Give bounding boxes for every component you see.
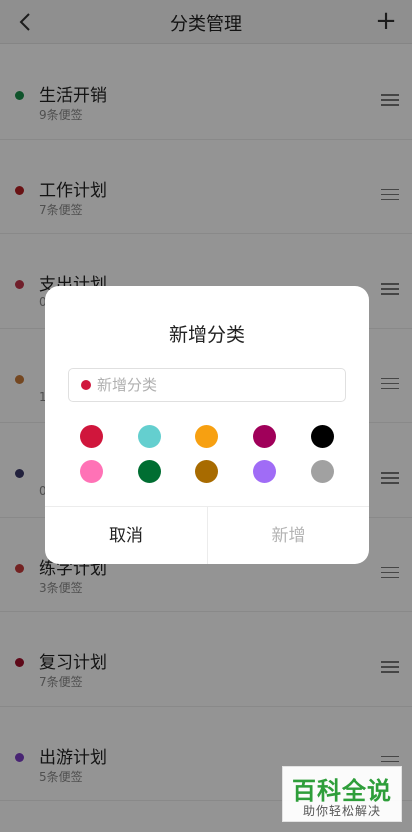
cancel-button[interactable]: 取消 — [45, 507, 207, 564]
add-button[interactable]: 新增 — [207, 507, 369, 564]
color-swatch[interactable] — [253, 425, 276, 448]
watermark-subtitle: 助你轻松解决 — [302, 804, 381, 818]
new-category-dialog: 新增分类 取消 新增 — [45, 286, 369, 564]
category-name-input[interactable] — [97, 369, 343, 401]
selected-color-dot — [81, 380, 91, 390]
color-swatch[interactable] — [138, 460, 161, 483]
category-name-input-wrapper — [68, 368, 346, 402]
dialog-actions: 取消 新增 — [45, 506, 369, 564]
color-swatch[interactable] — [195, 425, 218, 448]
color-swatch[interactable] — [311, 460, 334, 483]
watermark-title: 百科全说 — [292, 777, 392, 805]
dialog-title: 新增分类 — [168, 324, 245, 346]
color-swatch[interactable] — [138, 425, 161, 448]
color-swatch[interactable] — [253, 460, 276, 483]
color-swatch[interactable] — [195, 460, 218, 483]
watermark-logo: 百科全说 助你轻松解决 — [282, 766, 402, 822]
color-swatch[interactable] — [80, 460, 103, 483]
color-swatch[interactable] — [311, 425, 334, 448]
color-swatch[interactable] — [80, 425, 103, 448]
